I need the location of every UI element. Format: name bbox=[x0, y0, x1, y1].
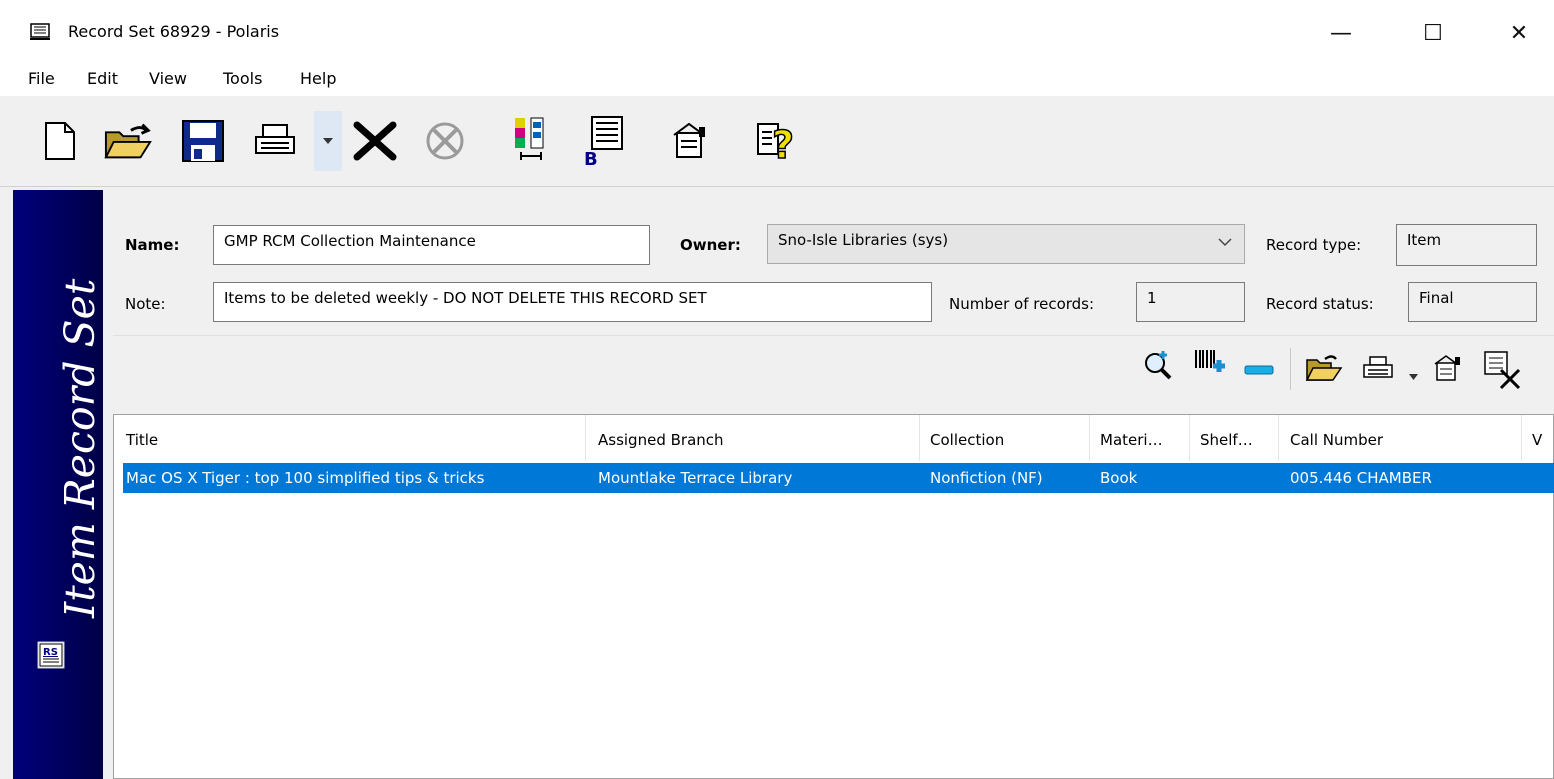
column-header-assigned-branch[interactable]: Assigned Branch bbox=[598, 431, 724, 449]
new-button[interactable] bbox=[35, 111, 85, 171]
cancel-circle-icon bbox=[426, 122, 464, 160]
column-header-call-number[interactable]: Call Number bbox=[1290, 431, 1383, 449]
record-type-field: Item bbox=[1396, 224, 1537, 266]
number-of-records-field: 1 bbox=[1136, 282, 1245, 322]
save-disk-icon bbox=[182, 120, 224, 162]
save-button[interactable] bbox=[178, 111, 228, 171]
column-header-collection[interactable]: Collection bbox=[930, 431, 1004, 449]
print-icon bbox=[255, 124, 295, 154]
menu-help[interactable]: Help bbox=[300, 69, 336, 88]
print-dropdown-button[interactable] bbox=[314, 111, 342, 171]
record-status-field: Final bbox=[1408, 282, 1537, 322]
list-print-dropdown[interactable] bbox=[1409, 366, 1418, 384]
dropdown-arrow-icon bbox=[1409, 374, 1418, 380]
menu-edit[interactable]: Edit bbox=[87, 69, 118, 88]
new-document-icon bbox=[45, 122, 75, 160]
column-header-title[interactable]: Title bbox=[126, 431, 158, 449]
column-header-shelf[interactable]: Shelf… bbox=[1200, 431, 1253, 449]
svg-text:RS: RS bbox=[43, 647, 58, 658]
menu-tools[interactable]: Tools bbox=[223, 69, 262, 88]
columns-icon bbox=[515, 117, 544, 160]
window-title: Record Set 68929 - Polaris bbox=[68, 22, 280, 41]
column-header-material[interactable]: Materi… bbox=[1100, 431, 1163, 449]
list-print-button[interactable] bbox=[1362, 355, 1394, 385]
record-status-label: Record status: bbox=[1266, 295, 1374, 313]
cell-call-number: 005.446 CHAMBER bbox=[1290, 469, 1432, 487]
name-field[interactable]: GMP RCM Collection Maintenance bbox=[213, 225, 650, 265]
barcode-add-button[interactable] bbox=[1193, 348, 1227, 384]
owner-value: Sno-Isle Libraries (sys) bbox=[778, 231, 949, 249]
record-set-app-icon bbox=[30, 23, 50, 41]
menu-file[interactable]: File bbox=[28, 69, 55, 88]
delete-x-icon bbox=[353, 121, 397, 161]
help-button[interactable]: ? bbox=[752, 111, 802, 171]
barcode-add-icon bbox=[1195, 350, 1225, 372]
open-folder-icon bbox=[1305, 355, 1343, 381]
cell-branch: Mountlake Terrace Library bbox=[598, 469, 793, 487]
close-button[interactable]: ✕ bbox=[1496, 14, 1542, 52]
name-label: Name: bbox=[125, 236, 180, 254]
find-add-icon bbox=[1145, 351, 1172, 380]
print-icon bbox=[1363, 356, 1393, 378]
remove-button[interactable] bbox=[1244, 362, 1274, 380]
banner-label: Item Record Set bbox=[56, 278, 104, 618]
help-icon: ? bbox=[757, 122, 795, 164]
toolbar-separator bbox=[1290, 348, 1291, 390]
properties-icon bbox=[1434, 355, 1460, 381]
records-list[interactable]: Title Assigned Branch Collection Materi…… bbox=[113, 414, 1554, 779]
cancel-button[interactable] bbox=[420, 111, 470, 171]
find-add-button[interactable] bbox=[1142, 350, 1176, 384]
note-field[interactable]: Items to be deleted weekly - DO NOT DELE… bbox=[213, 282, 932, 322]
owner-label: Owner: bbox=[680, 236, 741, 254]
column-divider[interactable] bbox=[1278, 415, 1279, 461]
form-divider bbox=[113, 335, 1554, 336]
number-of-records-label: Number of records: bbox=[949, 295, 1095, 313]
remove-all-button[interactable] bbox=[1483, 350, 1523, 396]
minus-icon bbox=[1244, 365, 1274, 375]
owner-dropdown[interactable]: Sno-Isle Libraries (sys) bbox=[767, 224, 1245, 264]
cell-title: Mac OS X Tiger : top 100 simplified tips… bbox=[126, 469, 485, 487]
record-set-icon: RS bbox=[37, 641, 65, 669]
record-set-banner: Item Record Set bbox=[13, 190, 104, 779]
print-button[interactable] bbox=[250, 111, 300, 171]
column-divider[interactable] bbox=[1521, 415, 1522, 461]
minimize-button[interactable]: — bbox=[1318, 14, 1364, 52]
cell-collection: Nonfiction (NF) bbox=[930, 469, 1043, 487]
column-header-v[interactable]: V bbox=[1532, 431, 1542, 449]
column-divider[interactable] bbox=[919, 415, 920, 461]
svg-text:?: ? bbox=[772, 123, 794, 164]
delete-button[interactable] bbox=[350, 111, 400, 171]
dropdown-arrow-icon bbox=[323, 138, 333, 144]
remove-all-icon bbox=[1484, 351, 1521, 390]
table-row[interactable]: Mac OS X Tiger : top 100 simplified tips… bbox=[123, 463, 1554, 493]
svg-text:B: B bbox=[584, 149, 598, 167]
record-type-label: Record type: bbox=[1266, 236, 1362, 254]
column-divider[interactable] bbox=[585, 415, 586, 461]
cell-material: Book bbox=[1100, 469, 1138, 487]
chevron-down-icon bbox=[1218, 233, 1232, 251]
barcode-list-button[interactable]: B bbox=[580, 111, 630, 171]
open-button[interactable] bbox=[104, 111, 154, 171]
list-properties-button[interactable] bbox=[1433, 354, 1463, 386]
note-label: Note: bbox=[125, 295, 166, 313]
barcode-list-icon: B bbox=[584, 116, 623, 167]
columns-button[interactable] bbox=[506, 111, 556, 171]
menu-view[interactable]: View bbox=[149, 69, 187, 88]
properties-icon bbox=[673, 122, 705, 158]
column-divider[interactable] bbox=[1089, 415, 1090, 461]
column-divider[interactable] bbox=[1189, 415, 1190, 461]
maximize-button[interactable]: ☐ bbox=[1410, 14, 1456, 52]
properties-button[interactable] bbox=[666, 111, 716, 171]
open-file-button[interactable] bbox=[1305, 352, 1343, 386]
open-folder-icon bbox=[104, 123, 152, 159]
